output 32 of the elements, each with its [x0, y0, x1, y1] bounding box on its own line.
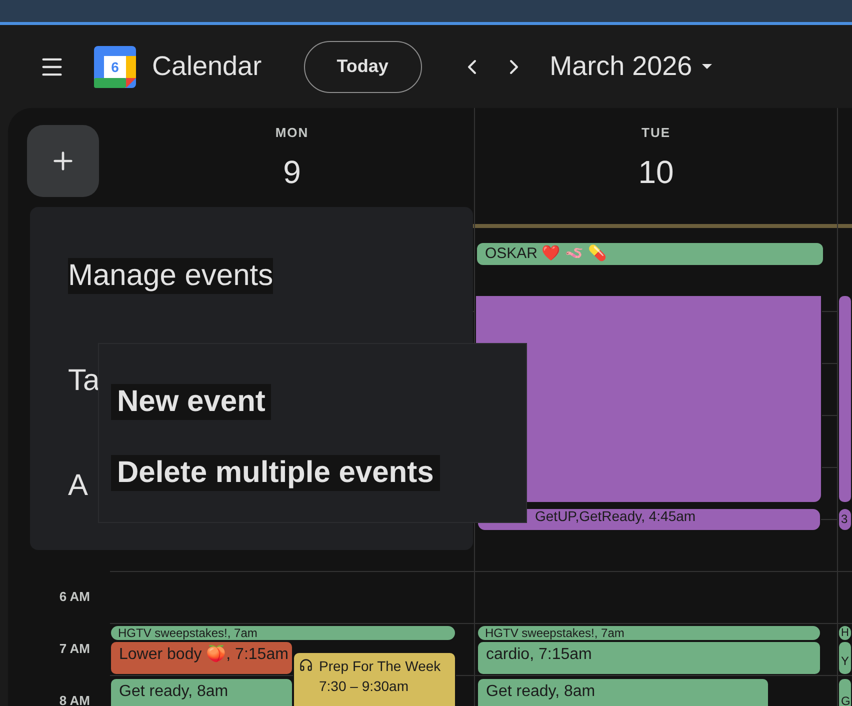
weekday-label: MON: [275, 125, 309, 140]
event-chip[interactable]: Get ready, 8am: [477, 678, 769, 706]
time-label: 7 AM: [59, 641, 90, 656]
headphones-icon: [299, 658, 313, 672]
event-chip[interactable]: Lower body 🍑, 7:15am: [110, 641, 293, 675]
menu-item[interactable]: New event: [111, 384, 272, 420]
period-selector[interactable]: March 2026: [550, 51, 712, 82]
weekday-label: TUE: [642, 125, 670, 140]
time-label: 8 AM: [59, 693, 90, 706]
event-chip[interactable]: 3: [838, 508, 852, 531]
calendar-logo-icon: [94, 46, 136, 88]
app-title: Calendar: [152, 51, 262, 82]
caret-icon: [702, 64, 712, 69]
time-label: 6 AM: [59, 589, 90, 604]
event-chip[interactable]: HGTV sweepstakes!, 7am: [110, 625, 456, 641]
event-chip[interactable]: G: [838, 678, 852, 706]
menu-item[interactable]: Ta: [68, 363, 100, 399]
event-chip[interactable]: Get ready, 8am: [110, 678, 293, 706]
date-number[interactable]: 9: [283, 154, 301, 191]
event-chip[interactable]: GetUP,GetReady, 4:45am: [477, 508, 821, 531]
logo-day-number: 6: [110, 58, 120, 74]
event-chip[interactable]: Y: [838, 641, 852, 675]
event-chip[interactable]: HGTV sweepstakes!, 7am: [477, 625, 821, 641]
event-block[interactable]: [838, 295, 852, 503]
event-chip[interactable]: H: [838, 625, 852, 641]
menu-item[interactable]: Delete multiple events: [111, 455, 440, 491]
event-chip[interactable]: cardio, 7:15am: [477, 641, 821, 675]
today-button[interactable]: Today: [304, 40, 422, 92]
menu-item[interactable]: A: [68, 468, 88, 504]
menu-item[interactable]: Manage events: [68, 258, 274, 294]
date-number[interactable]: 10: [638, 154, 674, 191]
event-card[interactable]: Prep For The Week 7:30 – 9:30am: [293, 652, 456, 706]
